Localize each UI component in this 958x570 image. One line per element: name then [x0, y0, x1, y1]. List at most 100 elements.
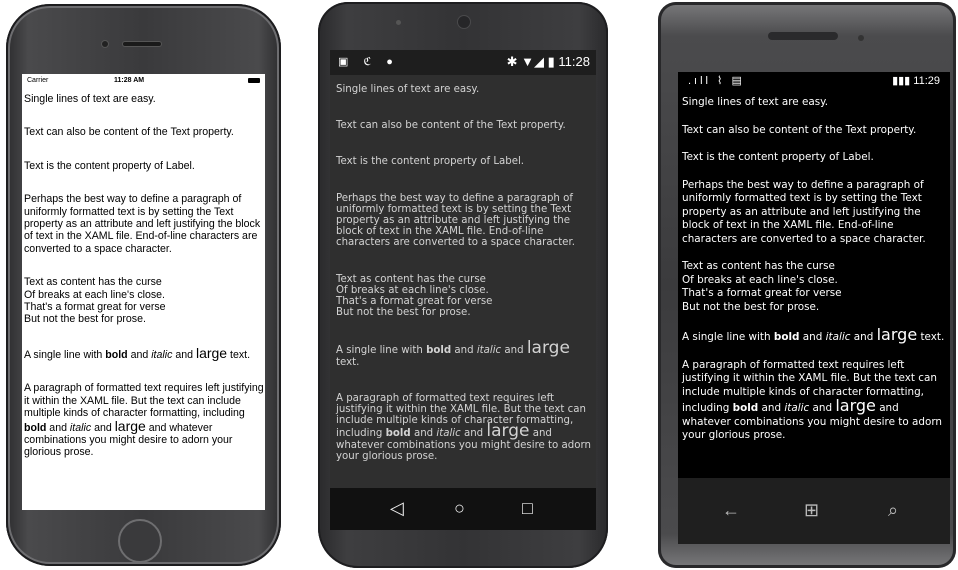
android-screen: ▣ ℭ ● ✱ ▼◢ ▮ 11:28 Single lines of text …: [330, 50, 596, 530]
large-run: large: [526, 338, 570, 359]
text-run: and: [758, 402, 785, 414]
label-text-property: Text can also be content of the Text pro…: [682, 123, 917, 136]
label-verse: Text as content has the curse Of breaks …: [24, 276, 265, 326]
text-run: text.: [336, 356, 360, 368]
text-run: and: [91, 421, 115, 434]
back-arrow-icon[interactable]: ←: [722, 500, 740, 521]
verse-line: Of breaks at each line's close.: [682, 273, 838, 286]
text-run: A single line with: [336, 345, 427, 357]
front-camera: [102, 41, 108, 47]
carrier-label: Carrier: [27, 77, 49, 84]
bold-run: bold: [385, 428, 411, 440]
italic-run: italic: [476, 345, 502, 357]
label-verse: Text as content has the curse Of breaks …: [682, 260, 950, 314]
text-run: and: [501, 345, 527, 357]
home-button[interactable]: [118, 519, 162, 563]
label-content-property: Text is the content property of Label.: [24, 159, 195, 172]
label-formatted-line: A single line with bold and italic and l…: [24, 344, 265, 361]
verse-line: But not the best for prose.: [24, 313, 146, 326]
bold-run: bold: [732, 402, 759, 414]
windows-phone-device: .ıll ⌇ ▤ ▮▮▮ 11:29 Single lines of text …: [658, 2, 956, 568]
back-icon[interactable]: ◁: [390, 498, 404, 519]
italic-run: italic: [69, 421, 92, 434]
italic-run: italic: [151, 348, 173, 361]
large-run: large: [876, 325, 918, 344]
verse-line: Of breaks at each line's close.: [336, 284, 489, 296]
text-run: and: [460, 428, 487, 440]
label-stack: Single lines of text are easy. Text can …: [330, 75, 596, 462]
text-run: and: [799, 331, 826, 343]
bold-run: bold: [24, 421, 47, 434]
earpiece-speaker: [123, 42, 161, 46]
android-device: ▣ ℭ ● ✱ ▼◢ ▮ 11:28 Single lines of text …: [318, 2, 608, 568]
earpiece-speaker: [768, 32, 838, 40]
status-time: 11:28 AM: [114, 77, 145, 84]
verse-line: Of breaks at each line's close.: [24, 288, 165, 301]
signal-icons: .ıll ⌇ ▤: [688, 75, 745, 87]
text-run: and: [451, 345, 477, 357]
android-nav-bar: ◁ ○ □: [330, 488, 596, 530]
text-run: and: [850, 331, 877, 343]
verse-line: But not the best for prose.: [336, 307, 471, 319]
search-icon[interactable]: ⌕: [888, 500, 898, 521]
label-formatted-paragraph: A paragraph of formatted text requires l…: [336, 393, 592, 462]
text-run: text.: [917, 331, 945, 343]
text-run: and: [809, 402, 836, 414]
text-run: and: [172, 348, 196, 361]
label-text-property: Text can also be content of the Text pro…: [24, 126, 234, 139]
recents-icon[interactable]: □: [522, 498, 533, 519]
text-run: and: [127, 348, 152, 361]
front-camera: [458, 16, 470, 28]
label-formatted-line: A single line with bold and italic and l…: [682, 325, 950, 345]
home-icon[interactable]: ○: [454, 498, 465, 519]
text-run: text.: [227, 348, 251, 361]
text-run: A paragraph of formatted text requires l…: [24, 382, 264, 420]
system-status: ▮▮▮ 11:29: [892, 75, 940, 87]
bold-run: bold: [105, 348, 128, 361]
italic-run: italic: [436, 428, 461, 440]
label-text-property: Text can also be content of the Text pro…: [336, 120, 566, 132]
notification-icons: ▣ ℭ ●: [338, 56, 399, 68]
label-formatted-line: A single line with bold and italic and l…: [336, 340, 592, 368]
label-formatted-paragraph: A paragraph of formatted text requires l…: [24, 382, 265, 458]
wp-screen: .ıll ⌇ ▤ ▮▮▮ 11:29 Single lines of text …: [678, 72, 950, 544]
italic-run: italic: [825, 331, 851, 343]
wp-nav-bar: ← ⊞ ⌕: [678, 478, 950, 544]
iphone-device: Carrier 11:28 AM Single lines of text ar…: [6, 4, 281, 566]
verse-line: But not the best for prose.: [682, 300, 820, 313]
label-verse: Text as content has the curse Of breaks …: [336, 274, 592, 319]
label-single-line: Single lines of text are easy.: [336, 84, 480, 95]
large-run: large: [195, 344, 228, 361]
bold-run: bold: [773, 331, 800, 343]
label-content-property: Text is the content property of Label.: [682, 151, 874, 163]
label-paragraph: Perhaps the best way to define a paragra…: [336, 192, 575, 249]
verse-line: That's a format great for verse: [336, 296, 493, 308]
front-camera: [858, 35, 864, 41]
proximity-sensor: [396, 20, 401, 25]
italic-run: italic: [784, 402, 810, 414]
label-stack: Single lines of text are easy. Text can …: [22, 87, 265, 459]
label-content-property: Text is the content property of Label.: [336, 156, 525, 168]
windows-start-icon[interactable]: ⊞: [804, 500, 819, 521]
label-single-line: Single lines of text are easy.: [682, 96, 829, 108]
wp-status-bar: .ıll ⌇ ▤ ▮▮▮ 11:29: [678, 72, 950, 92]
text-run: A single line with: [682, 331, 774, 343]
bold-run: bold: [426, 345, 452, 357]
verse-line: That's a format great for verse: [24, 301, 166, 314]
text-run: and: [46, 421, 70, 434]
verse-line: Text as content has the curse: [336, 273, 486, 285]
large-run: large: [114, 417, 146, 434]
label-paragraph: Perhaps the best way to define a paragra…: [682, 178, 926, 245]
large-run: large: [486, 421, 530, 442]
verse-line: That's a format great for verse: [682, 287, 842, 299]
text-run: A single line with: [24, 348, 106, 361]
ios-status-bar: Carrier 11:28 AM: [22, 74, 265, 87]
system-status: ✱ ▼◢ ▮ 11:28: [506, 54, 590, 69]
iphone-screen: Carrier 11:28 AM Single lines of text ar…: [22, 74, 265, 510]
label-paragraph: Perhaps the best way to define a paragra…: [24, 193, 261, 255]
android-status-bar: ▣ ℭ ● ✱ ▼◢ ▮ 11:28: [330, 50, 596, 75]
label-single-line: Single lines of text are easy.: [24, 93, 156, 105]
battery-icon: [248, 78, 260, 83]
text-run: and: [410, 428, 437, 440]
verse-line: Text as content has the curse: [24, 276, 162, 289]
